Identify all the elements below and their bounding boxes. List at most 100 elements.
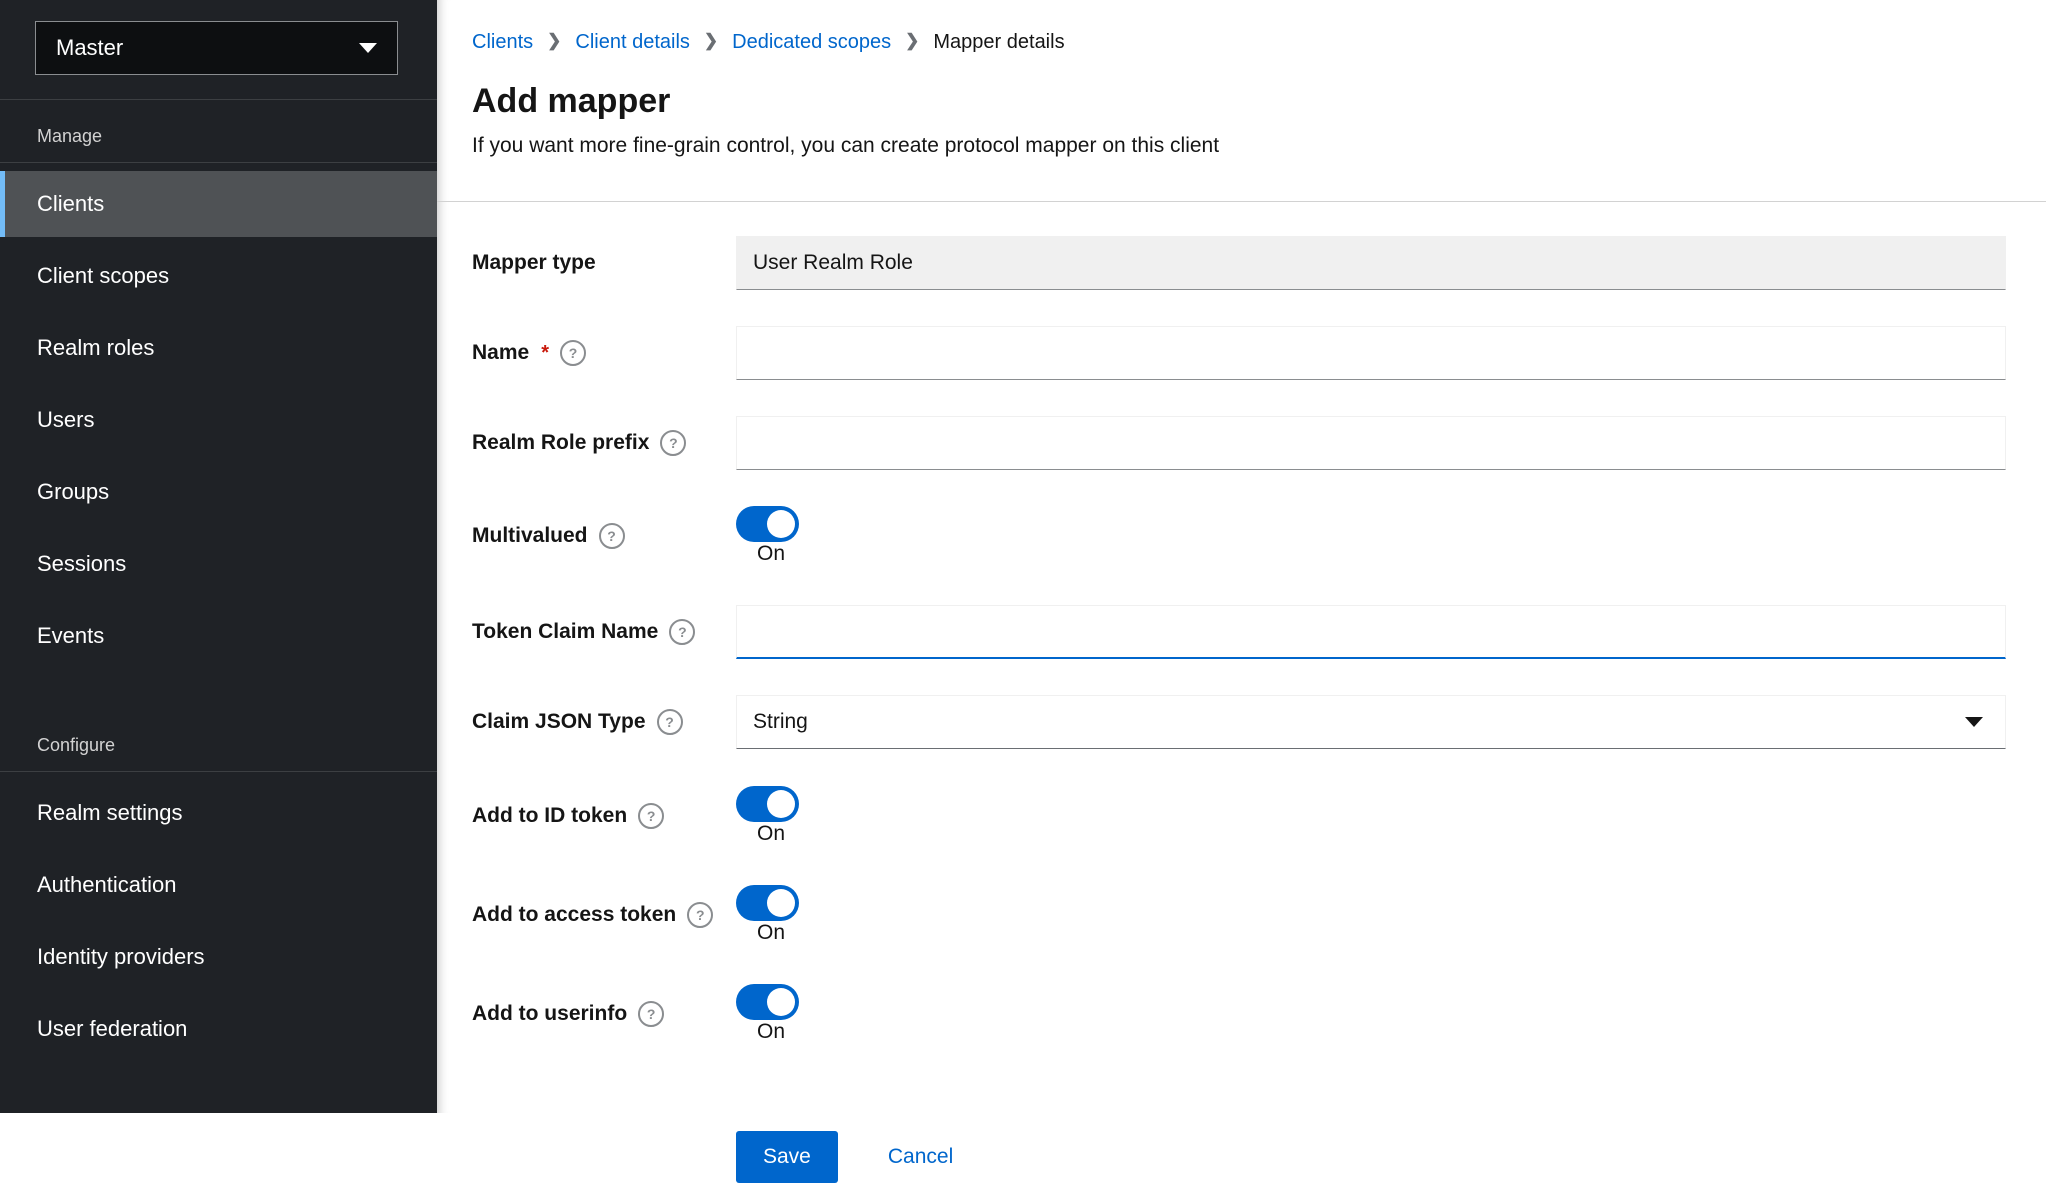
help-icon[interactable]: ?	[638, 803, 665, 829]
page-header: Clients ❯ Client details ❯ Dedicated scopes ❯…	[437, 0, 2046, 158]
mapper-type-label-cell: Mapper type	[472, 251, 736, 275]
required-indicator: *	[541, 341, 549, 364]
realm-selector-dropdown[interactable]: Master	[35, 21, 398, 75]
add-to-access-token-toggle-wrap: On	[736, 885, 799, 945]
sidebar-item-user-federation[interactable]: User federation	[0, 996, 437, 1062]
multivalued-toggle-wrap: On	[736, 506, 799, 566]
multivalued-label: Multivalued	[472, 524, 588, 547]
breadcrumb-separator-icon: ❯	[547, 31, 562, 50]
add-to-id-token-label-cell: Add to ID token?	[472, 803, 736, 829]
chevron-down-icon	[1965, 717, 1983, 727]
page-title: Add mapper	[472, 82, 671, 120]
add-to-userinfo-row: Add to userinfo? On	[472, 984, 2006, 1044]
nav-list-configure: Realm settings Authentication Identity pro…	[0, 780, 437, 1062]
nav-group-title-manage: Manage	[37, 126, 103, 146]
help-icon[interactable]: ?	[687, 902, 714, 928]
token-claim-name-row: Token Claim Name?	[472, 605, 2006, 659]
help-icon[interactable]: ?	[660, 430, 687, 456]
claim-json-type-label-cell: Claim JSON Type?	[472, 709, 736, 735]
add-to-id-token-toggle-state-label: On	[757, 822, 786, 845]
add-to-access-token-label-cell: Add to access token?	[472, 902, 736, 928]
sidebar-item-client-scopes[interactable]: Client scopes	[0, 243, 437, 309]
multivalued-toggle[interactable]	[736, 506, 799, 542]
claim-json-type-select[interactable]: String	[736, 695, 2006, 749]
add-to-access-token-control-cell: On	[736, 885, 2006, 945]
add-to-userinfo-label: Add to userinfo	[472, 1002, 628, 1025]
claim-json-type-label: Claim JSON Type	[472, 710, 646, 733]
sidebar-item-realm-settings[interactable]: Realm settings	[0, 780, 437, 846]
claim-json-type-row: Claim JSON Type? String	[472, 695, 2006, 749]
add-to-userinfo-toggle[interactable]	[736, 984, 799, 1020]
sidebar-item-identity-providers[interactable]: Identity providers	[0, 924, 437, 990]
toggle-knob	[767, 988, 795, 1016]
breadcrumb: Clients ❯ Client details ❯ Dedicated scopes ❯…	[472, 30, 2006, 54]
nav-list-manage: Clients Client scopes Realm roles Users Grou…	[0, 171, 437, 669]
toggle-knob	[767, 510, 795, 538]
realm-role-prefix-control-cell	[736, 416, 2006, 470]
breadcrumb-item-clients[interactable]: Clients	[472, 30, 533, 54]
sidebar-header: Master	[0, 0, 437, 100]
multivalued-toggle-state-label: On	[757, 542, 786, 565]
token-claim-name-label: Token Claim Name	[472, 620, 659, 643]
add-to-access-token-toggle[interactable]	[736, 885, 799, 921]
breadcrumb-separator-icon: ❯	[905, 31, 920, 50]
toggle-knob	[767, 790, 795, 818]
chevron-down-icon	[359, 43, 377, 53]
sidebar-item-users[interactable]: Users	[0, 387, 437, 453]
add-to-id-token-control-cell: On	[736, 786, 2006, 846]
save-button[interactable]: Save	[736, 1131, 838, 1183]
nav-group-manage: Manage Clients Client scopes Realm roles Use…	[0, 100, 437, 669]
realm-role-prefix-row: Realm Role prefix?	[472, 416, 2006, 470]
multivalued-row: Multivalued? On	[472, 506, 2006, 566]
sidebar-item-groups[interactable]: Groups	[0, 459, 437, 525]
sidebar-item-sessions[interactable]: Sessions	[0, 531, 437, 597]
name-input[interactable]	[736, 326, 2006, 380]
sidebar-item-events[interactable]: Events	[0, 603, 437, 669]
form-actions: Save Cancel	[736, 1131, 2006, 1183]
token-claim-name-control-cell	[736, 605, 2006, 659]
breadcrumb-separator-icon: ❯	[703, 31, 719, 50]
add-to-userinfo-label-cell: Add to userinfo?	[472, 1001, 736, 1027]
add-to-access-token-toggle-state-label: On	[757, 921, 786, 944]
sidebar-nav: Manage Clients Client scopes Realm roles Use…	[0, 100, 437, 1068]
token-claim-name-label-cell: Token Claim Name?	[472, 619, 736, 645]
help-icon[interactable]: ?	[656, 709, 683, 735]
name-row: Name *?	[472, 326, 2006, 380]
help-icon[interactable]: ?	[669, 619, 696, 645]
token-claim-name-input[interactable]	[736, 605, 2006, 659]
breadcrumb-item-dedicated-scopes[interactable]: Dedicated scopes	[732, 30, 891, 54]
nav-group-title-configure: Configure	[37, 735, 116, 755]
sidebar-item-realm-roles[interactable]: Realm roles	[0, 315, 437, 381]
multivalued-control-cell: On	[736, 506, 2006, 566]
help-icon[interactable]: ?	[598, 523, 625, 549]
name-label: Name	[472, 341, 530, 364]
claim-json-type-selected-value: String	[753, 710, 808, 733]
sidebar-item-authentication[interactable]: Authentication	[0, 852, 437, 918]
realm-role-prefix-label-cell: Realm Role prefix?	[472, 430, 736, 456]
add-to-id-token-row: Add to ID token? On	[472, 786, 2006, 846]
mapper-type-control-cell	[736, 236, 2006, 290]
add-to-id-token-toggle-wrap: On	[736, 786, 799, 846]
help-icon[interactable]: ?	[638, 1001, 665, 1027]
cancel-button[interactable]: Cancel	[888, 1145, 953, 1169]
nav-group-configure: Configure Realm settings Authentication Ide…	[0, 709, 437, 1062]
add-to-access-token-row: Add to access token? On	[472, 885, 2006, 945]
realm-role-prefix-input[interactable]	[736, 416, 2006, 470]
mapper-type-input	[736, 236, 2006, 290]
add-to-userinfo-toggle-wrap: On	[736, 984, 799, 1044]
mapper-form: Mapper typeName*?Realm Role prefix?Multi…	[472, 236, 2006, 1044]
realm-selector-label: Master	[56, 35, 124, 60]
toggle-knob	[767, 889, 795, 917]
main-content: Clients ❯ Client details ❯ Dedicated scopes ❯…	[437, 0, 2046, 1183]
add-to-userinfo-toggle-state-label: On	[757, 1020, 786, 1043]
realm-role-prefix-label: Realm Role prefix	[472, 431, 650, 454]
app-window: Master Manage Clients Client scopes Realm r…	[0, 0, 2046, 1183]
add-to-userinfo-control-cell: On	[736, 984, 2006, 1044]
breadcrumb-item-mapper-details: Mapper details	[933, 31, 1065, 53]
breadcrumb-item-client-details[interactable]: Client details	[575, 30, 690, 54]
mapper-type-label: Mapper type	[472, 251, 596, 274]
name-control-cell	[736, 326, 2006, 380]
help-icon[interactable]: ?	[560, 340, 586, 366]
add-to-id-token-toggle[interactable]	[736, 786, 799, 822]
sidebar-item-clients[interactable]: Clients	[0, 171, 437, 237]
